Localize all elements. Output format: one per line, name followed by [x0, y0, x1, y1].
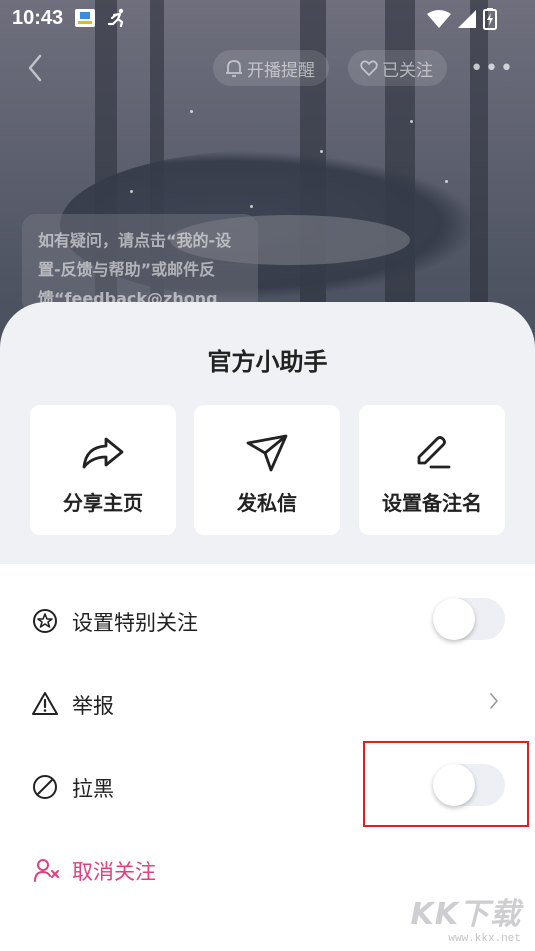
followed-heart-icon [360, 60, 378, 76]
user-remove-icon [34, 859, 59, 882]
chevron-right-icon [490, 693, 498, 709]
send-message-button[interactable]: 发私信 [194, 405, 340, 535]
special-follow-toggle[interactable] [433, 598, 505, 640]
more-icon[interactable]: ••• [470, 56, 515, 81]
bottom-sheet: 官方小助手 分享主页 发私信 设置备注名 设置特别关注 举报 拉黑 取消关注 [0, 302, 535, 951]
followed-label: 已关注 [382, 60, 433, 81]
watermark-logo: KK下载 [410, 897, 521, 932]
live-reminder-label: 开播提醒 [247, 60, 315, 81]
set-remark-label: 设置备注名 [382, 491, 482, 515]
star-dot [320, 150, 323, 153]
report-row[interactable]: 举报 [0, 674, 535, 734]
message-bubble: 如有疑问，请点击“我的-设置-反馈与帮助”或邮件反馈“feedback@zhon… [22, 214, 258, 314]
notification-app-icon [75, 9, 95, 27]
unfollow-label: 取消关注 [72, 860, 156, 884]
followed-button[interactable]: 已关注 [348, 50, 447, 86]
bell-icon [226, 60, 242, 77]
send-message-label: 发私信 [237, 491, 297, 515]
status-bar: 10:43 [0, 0, 535, 38]
warning-icon [32, 692, 58, 715]
back-icon[interactable] [22, 52, 50, 84]
message-text: 如有疑问，请点击“我的-设置-反馈与帮助”或邮件反馈“feedback@zhon… [38, 231, 232, 308]
star-circle-icon [33, 609, 57, 633]
edit-icon [417, 436, 451, 469]
block-icon [33, 775, 57, 799]
star-dot [130, 190, 133, 193]
set-remark-button[interactable]: 设置备注名 [359, 405, 505, 535]
share-icon [82, 437, 124, 469]
highlight-box [363, 741, 529, 827]
star-dot [250, 205, 253, 208]
signal-icon [458, 10, 476, 28]
report-label: 举报 [72, 694, 114, 718]
star-dot [445, 180, 448, 183]
star-dot [410, 120, 413, 123]
toggle-knob [433, 598, 475, 640]
watermark-url: www.kkx.net [448, 933, 521, 945]
share-homepage-button[interactable]: 分享主页 [30, 405, 176, 535]
sheet-title: 官方小助手 [207, 348, 328, 376]
special-follow-row[interactable]: 设置特别关注 [0, 591, 535, 651]
status-time: 10:43 [12, 7, 64, 29]
battery-icon [483, 8, 497, 30]
send-icon [246, 434, 288, 472]
running-icon [107, 8, 124, 28]
share-homepage-label: 分享主页 [63, 491, 143, 515]
special-follow-label: 设置特别关注 [72, 611, 198, 635]
live-reminder-button[interactable]: 开播提醒 [213, 50, 329, 86]
wifi-icon [427, 10, 451, 28]
star-dot [190, 110, 193, 113]
block-label: 拉黑 [72, 777, 114, 801]
watermark: KK下载 www.kkx.net [411, 889, 522, 945]
